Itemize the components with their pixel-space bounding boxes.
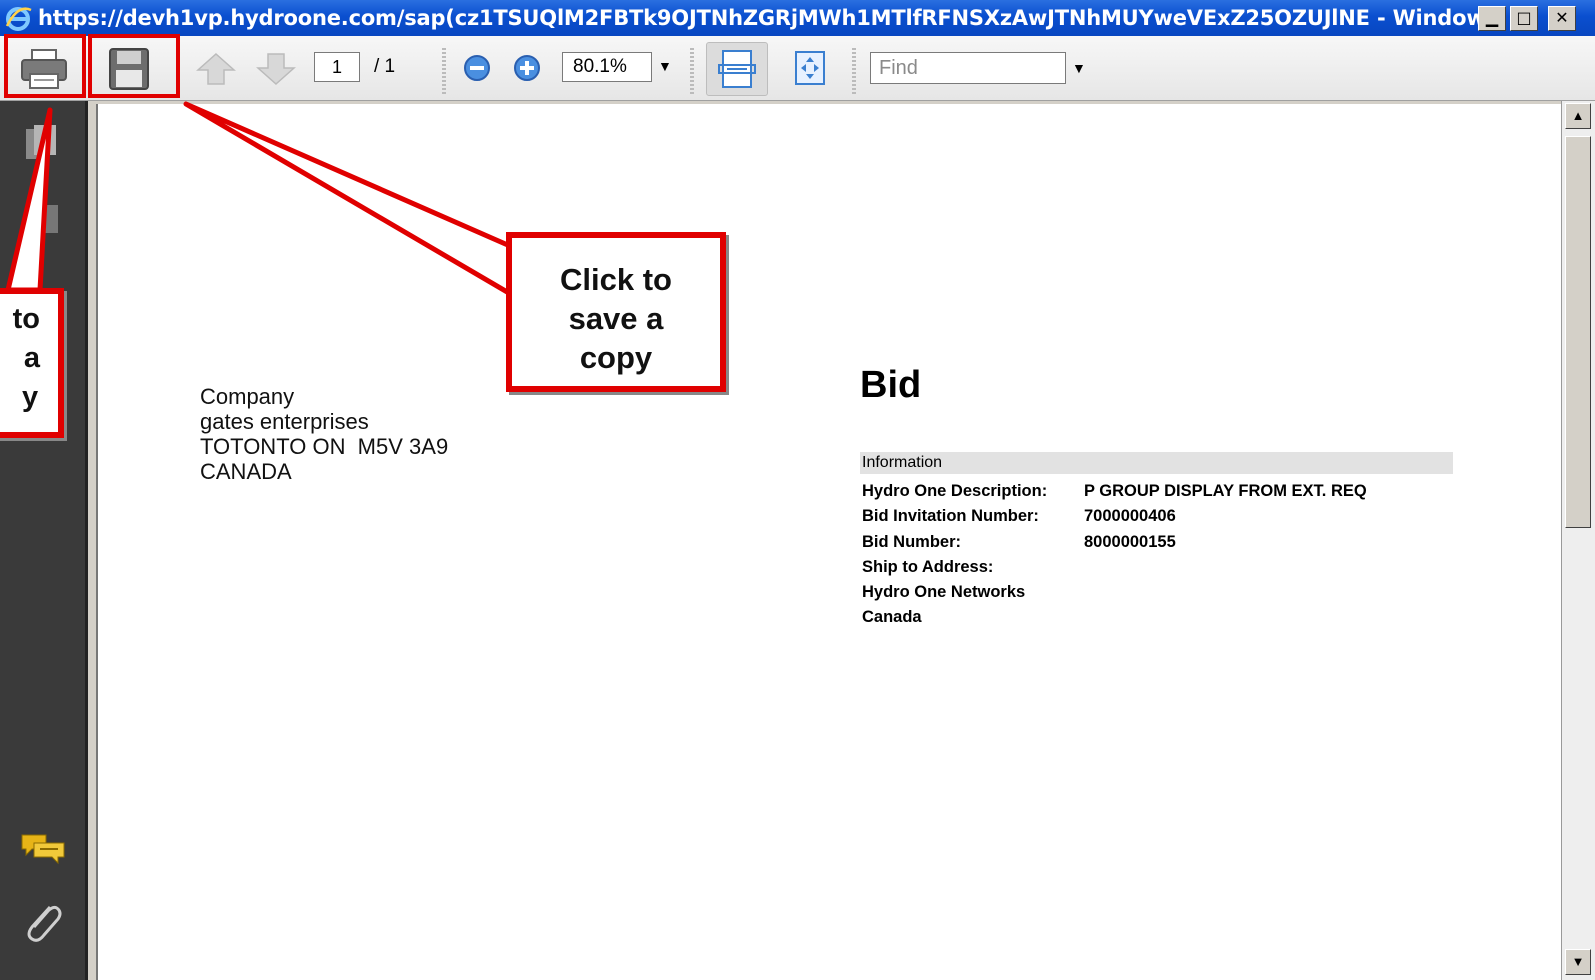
callout-line: a xyxy=(23,342,40,374)
callout-line: Click to xyxy=(560,262,672,297)
save-copy-callout: Click to save a copy xyxy=(506,232,726,392)
callout-line: y xyxy=(22,381,39,413)
print-callout: to a y xyxy=(0,288,64,438)
callout-line: save a xyxy=(568,301,664,336)
callout-line: to xyxy=(12,303,40,335)
callout-pointers xyxy=(5,101,517,299)
callout-line: copy xyxy=(579,340,653,375)
